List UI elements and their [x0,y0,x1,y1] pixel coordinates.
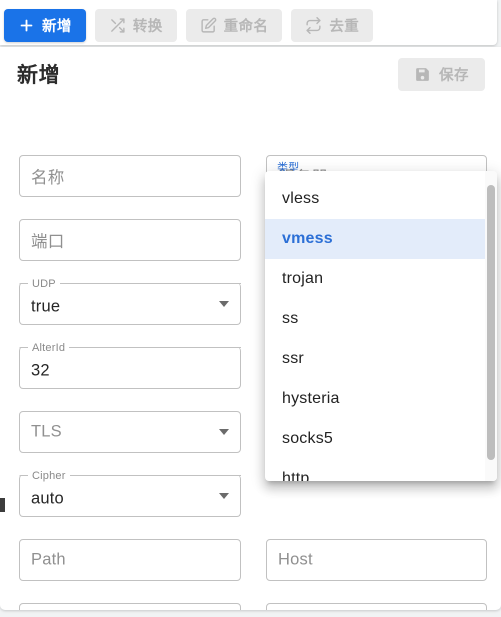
add-button-label: 新增 [42,19,72,35]
save-button-label: 保存 [439,68,469,84]
alterid-field[interactable]: AlterId 32 [19,343,241,389]
dedupe-button[interactable]: 去重 [291,9,374,42]
tls-select[interactable]: TLS [19,411,241,453]
udp-select[interactable]: UDP true [19,279,241,325]
name-placeholder: 名称 [31,169,65,187]
max-early-data-field[interactable]: Max early data [19,603,241,610]
toolbar: 新增 转换 重命名 去重 [0,0,497,45]
cipher-value: auto [31,489,64,508]
type-option-http[interactable]: http [265,459,497,481]
refresh-sync-icon [305,17,322,34]
type-option-ss[interactable]: ss [265,299,497,339]
path-placeholder: Path [31,550,66,569]
cipher-select[interactable]: Cipher auto [19,471,241,517]
port-placeholder: 端口 [31,233,65,251]
rename-button[interactable]: 重命名 [185,9,283,42]
dedupe-button-label: 去重 [329,19,360,35]
early-data-header-field[interactable]: Early data header name [266,603,487,610]
rename-button-label: 重命名 [223,19,269,35]
type-option-vless[interactable]: vless [265,179,497,219]
host-placeholder: Host [278,550,313,569]
path-field[interactable]: Path [19,539,241,581]
shuffle-icon [109,17,126,34]
port-field[interactable]: 端口 [19,219,241,261]
page-title: 新增 [17,64,61,87]
type-option-ssr[interactable]: ssr [265,339,497,379]
save-button[interactable]: 保存 [398,58,485,91]
cipher-label: Cipher [32,470,66,482]
type-option-vmess[interactable]: vmess [265,219,497,259]
host-field[interactable]: Host [266,539,487,581]
chevron-down-icon[interactable] [219,301,229,307]
convert-button-label: 转换 [132,19,163,35]
offscreen-edge-artifact [0,498,5,512]
type-dropdown-menu[interactable]: vless vmess trojan ss ssr hysteria socks… [265,171,497,481]
add-button[interactable]: 新增 [4,9,86,42]
dropdown-scrollbar-track[interactable] [485,171,497,481]
convert-button[interactable]: 转换 [94,9,177,42]
dropdown-scrollbar-thumb[interactable] [487,185,495,460]
chevron-down-icon[interactable] [219,429,229,435]
udp-value: true [31,297,61,316]
panel-header: 新增 保存 [0,47,501,104]
chevron-down-icon[interactable] [219,493,229,499]
name-field[interactable]: 名称 [19,155,241,197]
tls-placeholder: TLS [31,422,62,441]
alterid-value: 32 [31,361,50,380]
edit-pencil-icon [200,17,217,34]
plus-icon [18,17,35,34]
alterid-label: AlterId [32,342,66,354]
udp-label: UDP [32,278,56,290]
floppy-save-icon [414,66,431,83]
type-option-hysteria[interactable]: hysteria [265,379,497,419]
type-option-trojan[interactable]: trojan [265,259,497,299]
type-option-socks5[interactable]: socks5 [265,419,497,459]
type-option-list: vless vmess trojan ss ssr hysteria socks… [265,171,497,481]
